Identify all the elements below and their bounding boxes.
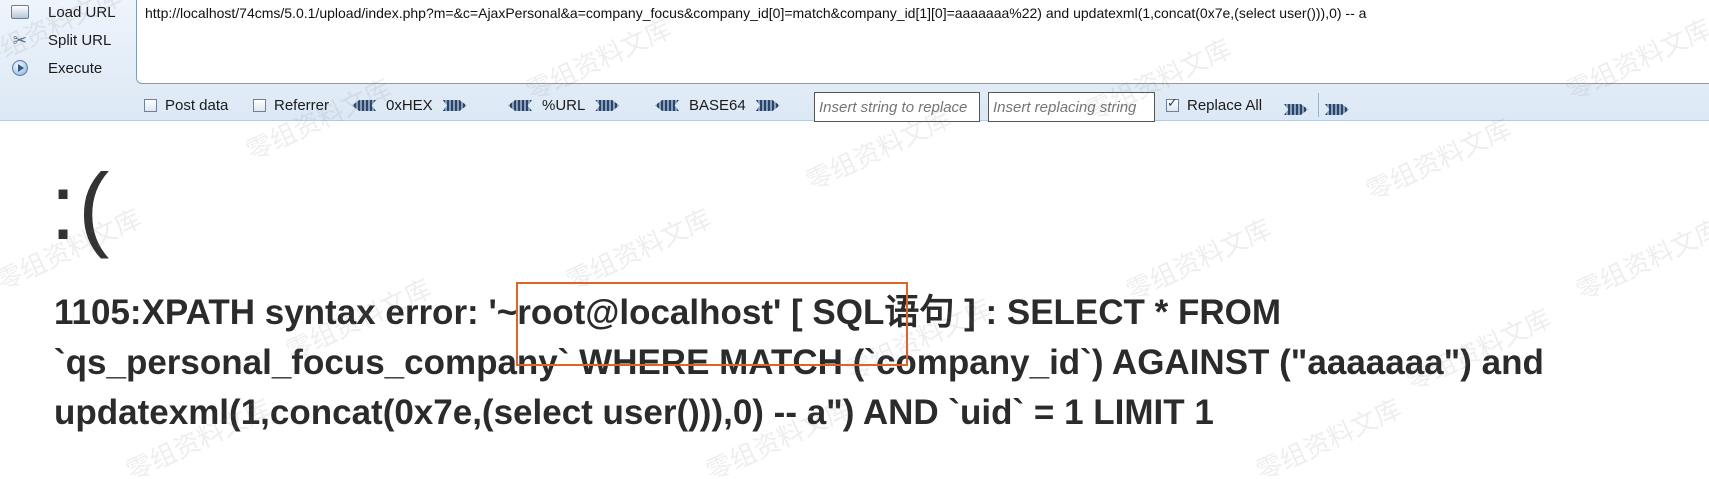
referrer-box[interactable] bbox=[253, 99, 266, 112]
execute-button[interactable]: Execute bbox=[10, 56, 102, 80]
referrer-label: Referrer bbox=[274, 97, 330, 114]
base64-label: BASE64 bbox=[689, 97, 746, 114]
watermark: 零组资料文库 bbox=[1362, 114, 1517, 208]
sad-face: :( bbox=[50, 154, 112, 259]
base64-decode-arrow-icon[interactable] bbox=[655, 100, 679, 111]
replace-string-input[interactable] bbox=[988, 92, 1155, 122]
load-url-icon bbox=[10, 2, 30, 22]
base64-encode-arrow-icon[interactable] bbox=[755, 100, 780, 111]
execute-label: Execute bbox=[48, 59, 103, 77]
replace-all-label: Replace All bbox=[1187, 97, 1263, 114]
split-url-icon: ✂ bbox=[12, 30, 28, 50]
url-decode-arrow-icon[interactable] bbox=[508, 100, 532, 111]
post-data-label: Post data bbox=[165, 97, 229, 114]
replace-next-arrow-icon[interactable] bbox=[1284, 104, 1308, 115]
replace-all-arrow-icon[interactable] bbox=[1325, 104, 1349, 115]
hackbar-actions: Load URL ✂ Split URL Execute bbox=[0, 0, 130, 86]
load-url-button[interactable]: Load URL bbox=[10, 0, 116, 24]
find-string-input[interactable] bbox=[814, 92, 980, 122]
split-url-button[interactable]: ✂ Split URL bbox=[10, 28, 111, 52]
post-data-checkbox[interactable]: Post data bbox=[144, 97, 228, 114]
split-url-label: Split URL bbox=[48, 31, 112, 49]
hackbar-options-bar: Post data Referrer 0xHEX %URL BASE64 Rep… bbox=[0, 92, 1709, 122]
hex-label: 0xHEX bbox=[386, 97, 433, 114]
url-label: %URL bbox=[542, 97, 586, 114]
toolbar-separator bbox=[1318, 93, 1319, 117]
url-encode-arrow-icon[interactable] bbox=[595, 100, 620, 111]
base64-encoder[interactable]: BASE64 bbox=[655, 97, 780, 114]
replace-all-box[interactable] bbox=[1166, 96, 1179, 112]
post-data-box[interactable] bbox=[144, 99, 157, 112]
load-url-label: Load URL bbox=[48, 3, 116, 21]
url-textarea[interactable]: http://localhost/74cms/5.0.1/upload/inde… bbox=[136, 0, 1709, 84]
hackbar-toolbar: Load URL ✂ Split URL Execute http://loca… bbox=[0, 0, 1709, 122]
url-value: http://localhost/74cms/5.0.1/upload/inde… bbox=[145, 5, 1367, 21]
replace-all-checkbox[interactable]: Replace All bbox=[1166, 96, 1263, 114]
referrer-checkbox[interactable]: Referrer bbox=[253, 97, 329, 114]
highlight-box bbox=[516, 282, 908, 366]
hex-encode-arrow-icon[interactable] bbox=[442, 100, 467, 111]
error-line-3: updatexml(1,concat(0x7e,(select user()))… bbox=[54, 393, 1214, 432]
url-encoder[interactable]: %URL bbox=[508, 97, 620, 114]
execute-icon bbox=[10, 58, 30, 78]
hex-encoder[interactable]: 0xHEX bbox=[352, 97, 467, 114]
hex-decode-arrow-icon[interactable] bbox=[352, 100, 376, 111]
